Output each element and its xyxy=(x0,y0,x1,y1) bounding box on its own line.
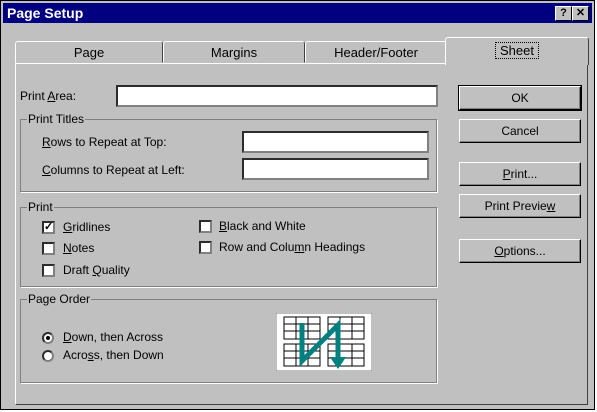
tab-sheet-label: Sheet xyxy=(495,42,539,59)
gridlines-label: Gridlines xyxy=(63,220,111,234)
window-title: Page Setup xyxy=(7,5,84,21)
print-titles-legend: Print Titles xyxy=(27,112,86,126)
rows-to-repeat-input[interactable] xyxy=(242,131,429,153)
help-button[interactable]: ? xyxy=(555,6,572,21)
notes-label: Notes xyxy=(63,241,95,255)
title-bar: Page Setup ? ✕ xyxy=(3,3,592,23)
tab-header-footer[interactable]: Header/Footer xyxy=(305,41,447,63)
tab-page[interactable]: Page xyxy=(15,41,163,63)
print-area-input[interactable] xyxy=(116,85,438,107)
print-legend: Print xyxy=(27,200,54,214)
page-order-down-then-across-icon xyxy=(276,313,372,371)
tab-sheet[interactable]: Sheet xyxy=(445,37,589,65)
options-button[interactable]: Options... xyxy=(459,239,581,263)
gridlines-checkbox[interactable]: ✓ xyxy=(42,221,55,234)
print-button[interactable]: Print... xyxy=(459,162,581,186)
print-preview-button[interactable]: Print Preview xyxy=(459,194,581,218)
columns-to-repeat-input[interactable] xyxy=(242,158,429,180)
black-and-white-label: Black and White xyxy=(219,219,306,233)
ok-button[interactable]: OK xyxy=(458,85,582,111)
notes-checkbox[interactable] xyxy=(42,242,55,255)
row-column-headings-label: Row and Column Headings xyxy=(219,240,366,254)
down-then-across-label: Down, then Across xyxy=(63,330,164,344)
print-titles-group: Print Titles xyxy=(20,112,437,192)
page-setup-dialog: Page Setup ? ✕ Page Margins Header/Foote… xyxy=(0,0,595,410)
close-button[interactable]: ✕ xyxy=(572,6,589,21)
black-and-white-checkbox[interactable] xyxy=(199,220,212,233)
page-order-legend: Page Order xyxy=(27,292,92,306)
down-then-across-radio[interactable] xyxy=(42,332,54,344)
print-area-label: Print Area: xyxy=(20,89,77,103)
tab-margins[interactable]: Margins xyxy=(163,41,305,63)
row-column-headings-checkbox[interactable] xyxy=(199,241,212,254)
across-then-down-label: Across, then Down xyxy=(63,348,164,362)
across-then-down-radio[interactable] xyxy=(42,350,54,362)
columns-to-repeat-label: Columns to Repeat at Left: xyxy=(42,163,185,177)
draft-quality-checkbox[interactable] xyxy=(42,264,55,277)
rows-to-repeat-label: Rows to Repeat at Top: xyxy=(42,135,167,149)
draft-quality-label: Draft Quality xyxy=(63,263,130,277)
cancel-button[interactable]: Cancel xyxy=(459,119,581,143)
